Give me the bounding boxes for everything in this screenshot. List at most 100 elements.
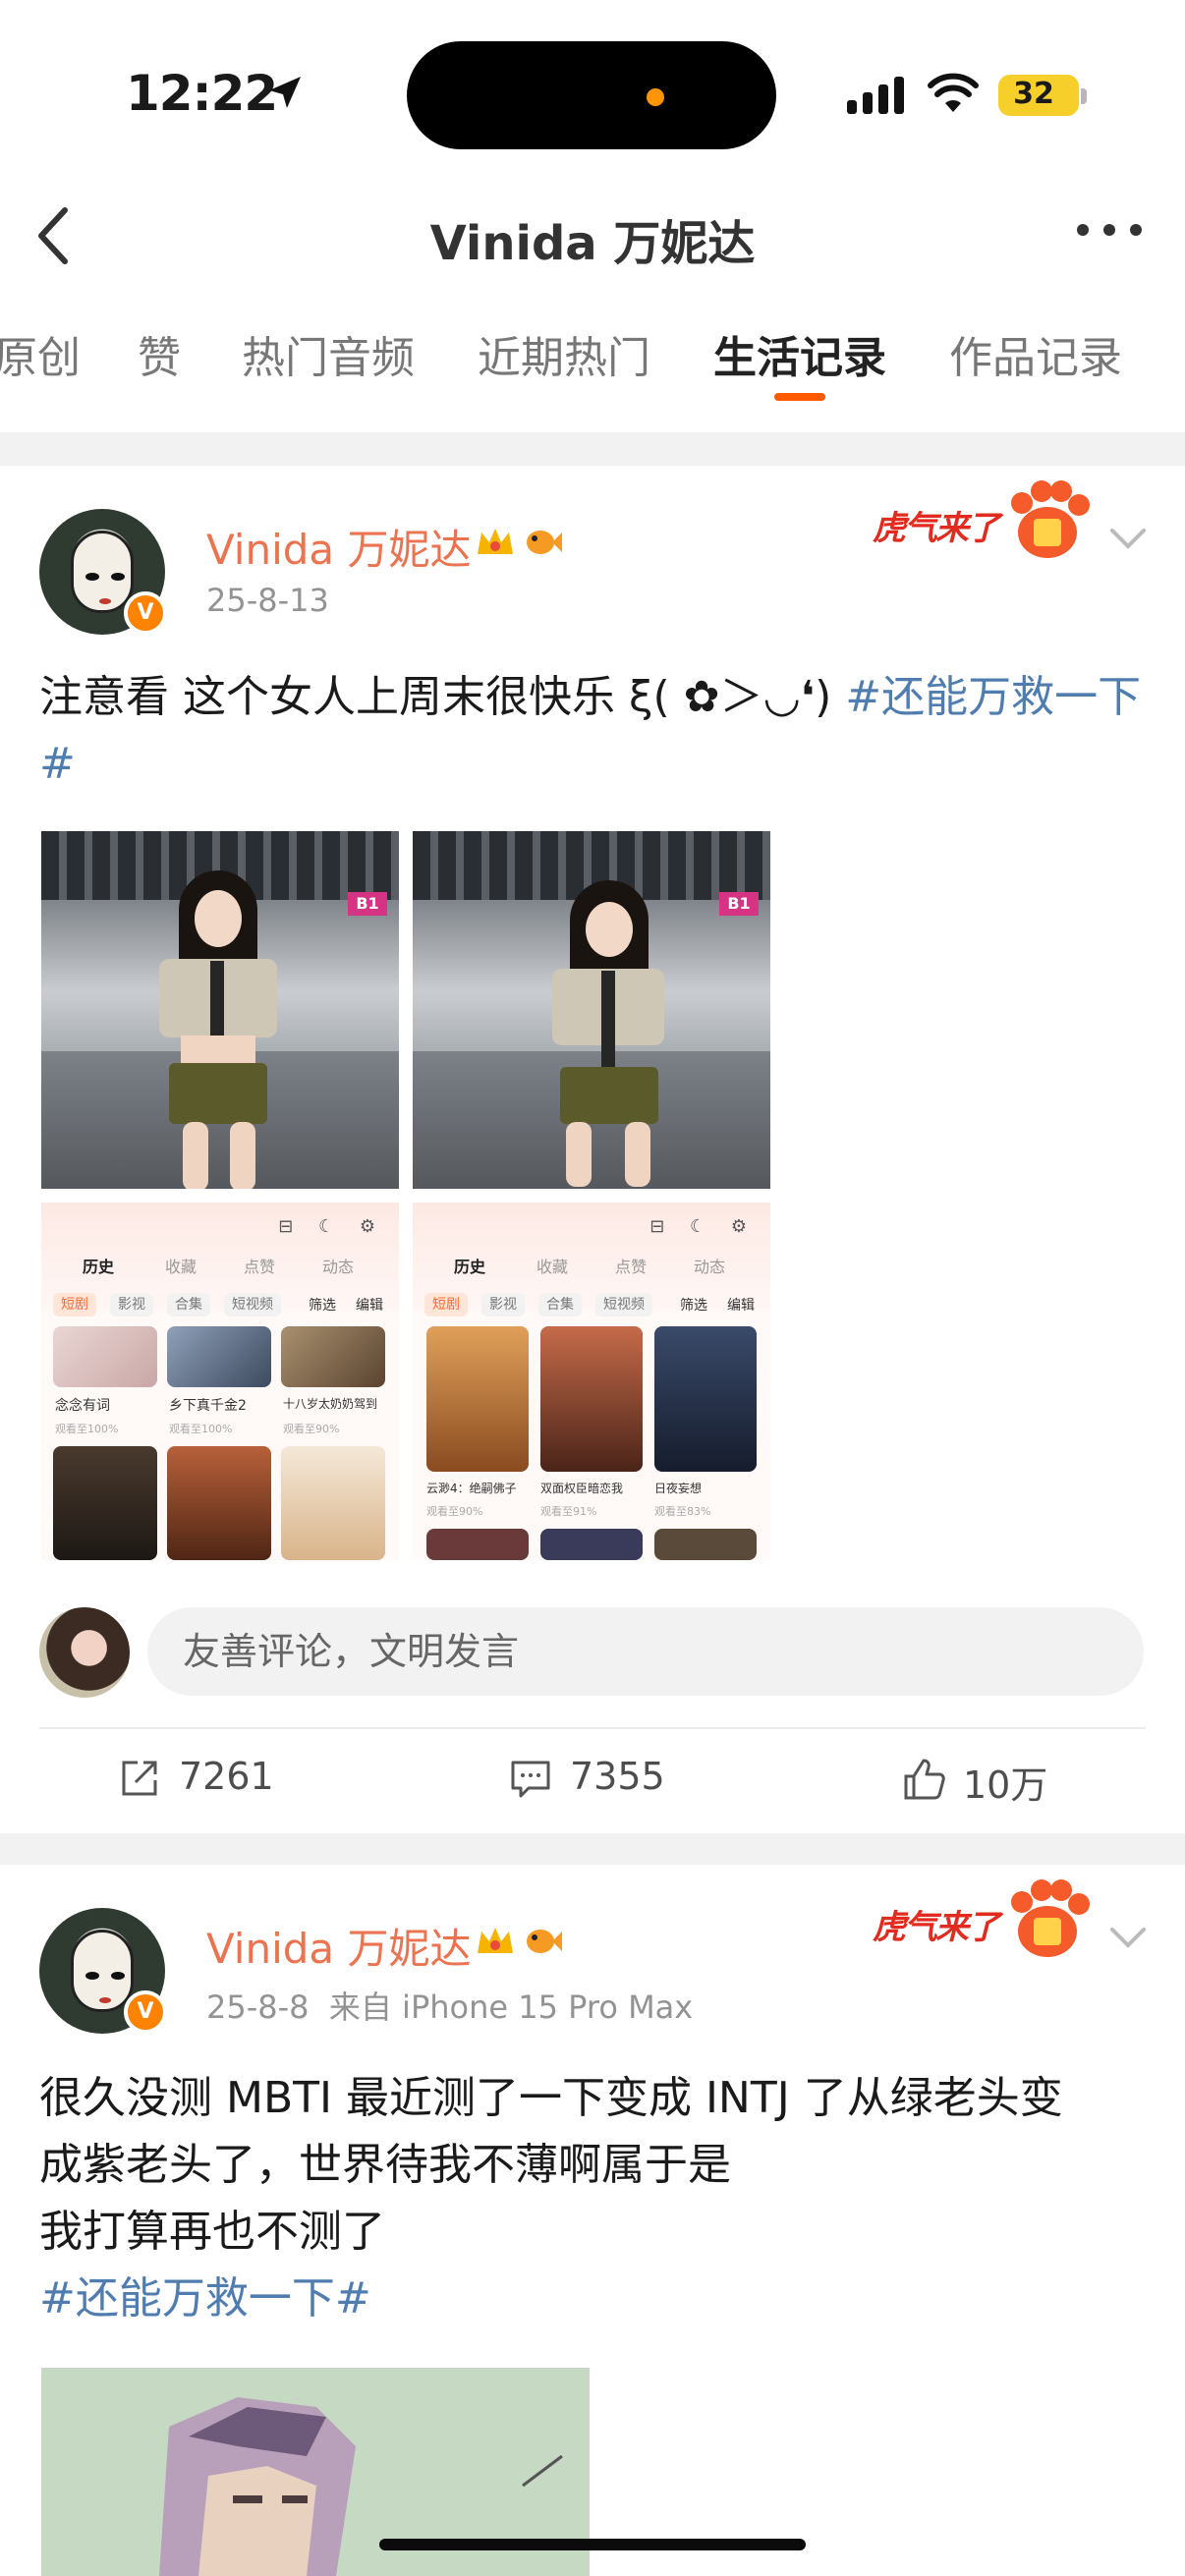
home-indicator (379, 2539, 806, 2550)
like-button[interactable]: 10万 (902, 1749, 1099, 1808)
person-face (586, 902, 633, 957)
divider (39, 1727, 1146, 1729)
post-photo-2[interactable]: B1 (413, 831, 770, 1189)
repost-button[interactable]: 7261 (118, 1749, 314, 1808)
post-photo-4[interactable]: ⊟ ☾ ⚙ 历史 收藏 点赞 动态 短剧 影视 合集 短视频 筛选 编辑 云渺4… (413, 1203, 770, 1560)
show-poster (540, 1326, 643, 1472)
person-leg (566, 1122, 592, 1187)
post-text: 注意看 这个女人上周末很快乐 ξ( ✿＞◡❛) (39, 672, 846, 722)
status-bar: 12:22 32 (0, 0, 1185, 177)
app-tab: 点赞 (615, 1258, 648, 1276)
avatar-lip (99, 598, 111, 604)
my-avatar (39, 1607, 130, 1698)
verified-badge: V (124, 1990, 167, 2034)
tiger-sticker[interactable]: 虎气来了 (865, 1875, 1091, 1973)
avatar-eye (85, 1972, 99, 1980)
tab-life-record[interactable]: 生活记录 (713, 322, 886, 385)
show-progress: 观看至83% (654, 1505, 711, 1518)
avatar-lip (99, 1997, 111, 2003)
avatar-eye (85, 573, 99, 581)
hashtag-link[interactable]: #还能万救一下# (39, 2266, 1146, 2332)
app-chip: 合集 (167, 1293, 210, 1316)
show-title: 念念有词 (55, 1398, 110, 1414)
person-leg (183, 1122, 208, 1189)
post-username[interactable]: Vinida 万妮达 (206, 1916, 472, 1976)
app-tab: 动态 (322, 1258, 355, 1276)
person-skirt (560, 1067, 658, 1124)
tab-liked[interactable]: 赞 (138, 322, 181, 385)
crown-badge-icon (478, 529, 513, 554)
battery-indicator: 32 (998, 75, 1079, 116)
app-chip: 合集 (538, 1293, 582, 1316)
app-chip: 短剧 (424, 1293, 468, 1316)
active-tab-underline (774, 393, 825, 401)
app-tab: 收藏 (536, 1258, 569, 1276)
section-gap (0, 1833, 1185, 1865)
avatar-eye (111, 573, 125, 581)
more-options-icon[interactable] (1075, 220, 1144, 240)
status-time: 12:22 (126, 65, 278, 122)
tab-works-record[interactable]: 作品记录 (949, 322, 1122, 385)
post-body: 很久没测 MBTI 最近测了一下变成 INTJ 了从绿老头变 成紫老头了，世界待… (39, 2065, 1146, 2332)
show-poster (167, 1326, 271, 1387)
show-poster (540, 1529, 643, 1560)
app-filter-row: 短剧 影视 合集 短视频 筛选 编辑 (41, 1293, 399, 1320)
app-filter-action: 筛选 (309, 1298, 336, 1314)
photo-sign: B1 (719, 892, 759, 916)
post-menu-chevron-icon[interactable] (1108, 525, 1148, 552)
comment-button[interactable]: 7355 (509, 1749, 705, 1808)
repost-count: 7261 (179, 1755, 274, 1798)
post-username[interactable]: Vinida 万妮达 (206, 517, 472, 577)
tab-recent-hot[interactable]: 近期热门 (478, 322, 650, 385)
show-title: 十八岁太奶奶驾到 (283, 1397, 378, 1411)
app-header-icons: ⊟ ☾ ⚙ (649, 1216, 757, 1237)
tab-original[interactable]: 原创 (0, 322, 81, 385)
person-skirt (169, 1063, 267, 1124)
person-tie (601, 971, 615, 1073)
like-count: 10万 (963, 1764, 1048, 1807)
post-text-line: 成紫老头了，世界待我不薄啊属于是 (39, 2140, 731, 2190)
show-title: 日夜妄想 (654, 1482, 703, 1495)
post-date-source: 25-8-8 来自 iPhone 15 Pro Max (206, 1983, 693, 2028)
location-arrow-icon (269, 77, 301, 108)
post-text-line: 很久没测 MBTI 最近测了一下变成 INTJ 了从绿老头变 (39, 2073, 1063, 2123)
app-tab: 收藏 (165, 1258, 198, 1276)
verified-badge: V (124, 591, 167, 635)
show-progress: 观看至100% (55, 1423, 119, 1435)
show-poster (281, 1326, 385, 1387)
post-photo-1[interactable]: B1 (41, 831, 399, 1189)
show-poster (426, 1529, 529, 1560)
page-title: Vinida 万妮达 (429, 216, 756, 271)
app-chip: 短剧 (53, 1293, 96, 1316)
show-progress: 观看至100% (169, 1423, 233, 1435)
photo-sign: B1 (348, 892, 387, 916)
show-progress: 观看至91% (540, 1505, 597, 1518)
person-leg (230, 1122, 255, 1189)
post-photo-3[interactable]: ⊟ ☾ ⚙ 历史 收藏 点赞 动态 短剧 影视 合集 短视频 筛选 编辑 念念有… (41, 1203, 399, 1560)
show-title: 双面权臣暗恋我 (540, 1482, 624, 1495)
show-title: 乡下真千金2 (169, 1398, 247, 1414)
show-poster (53, 1446, 157, 1560)
repost-icon (122, 1761, 157, 1796)
avatar-face (71, 531, 134, 613)
post-menu-chevron-icon[interactable] (1108, 1924, 1148, 1951)
comment-input[interactable]: 友善评论，文明发言 (147, 1607, 1144, 1696)
tiger-sticker[interactable]: 虎气来了 (865, 476, 1091, 574)
show-poster (53, 1326, 157, 1387)
app-edit-action: 编辑 (727, 1298, 755, 1314)
dynamic-island (407, 41, 776, 149)
wifi-icon (928, 73, 979, 112)
thumbs-up-icon (904, 1759, 945, 1800)
show-poster (654, 1529, 757, 1560)
privacy-indicator-dot (647, 88, 664, 106)
app-tab: 动态 (694, 1258, 726, 1276)
tab-hot-audio[interactable]: 热门音频 (242, 322, 415, 385)
person-face (195, 890, 242, 947)
fish-badge-icon (527, 1930, 562, 1953)
show-poster (167, 1446, 271, 1560)
person-leg (625, 1122, 650, 1187)
app-filter-row: 短剧 影视 合集 短视频 筛选 编辑 (413, 1293, 770, 1320)
app-tabs: 历史 收藏 点赞 动态 (41, 1254, 399, 1283)
battery-tip (1081, 88, 1087, 104)
show-poster (426, 1326, 529, 1472)
